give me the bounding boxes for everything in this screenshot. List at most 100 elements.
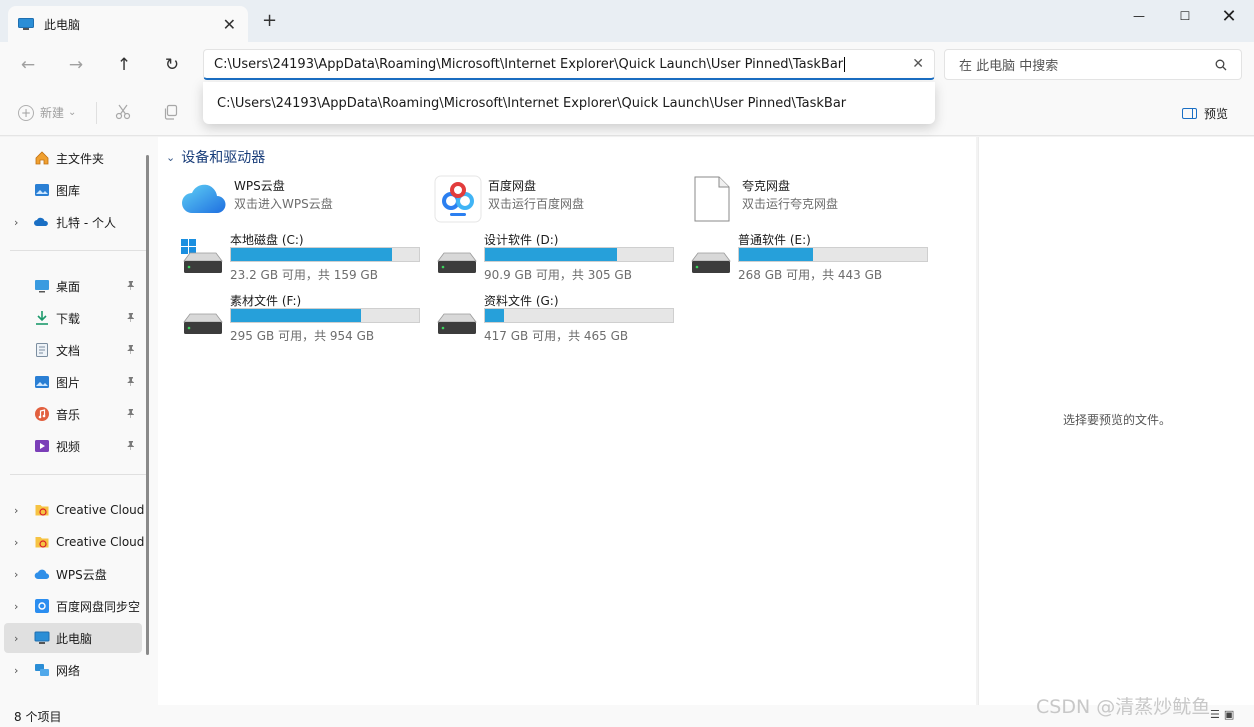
tab-this-pc[interactable]: 此电脑 ✕ [8,6,248,42]
drive-usage-bar [230,247,420,262]
sidebar-item-0[interactable]: 主文件夹 [4,143,142,173]
copy-icon[interactable] [163,104,179,120]
address-bar[interactable]: C:\Users\24193\AppData\Roaming\Microsoft… [203,49,935,80]
title-bar: 此电脑 ✕ + — ☐ ✕ [0,0,1254,42]
drive-free-space: 417 GB 可用，共 465 GB [484,329,629,343]
wps-cloud-icon [182,184,226,213]
pin-icon [126,280,136,293]
chevron-right-icon[interactable]: › [14,536,18,549]
group-header-devices[interactable]: ⌄ 设备和驱动器 [166,147,265,167]
new-button[interactable]: + 新建 ⌄ [18,104,76,121]
group-title: 设备和驱动器 [181,150,266,166]
blank-file-icon [694,176,730,222]
tile-name: 百度网盘 [488,179,537,193]
drive-name: 素材文件 (F:) [230,294,302,308]
suggestion-text: C:\Users\24193\AppData\Roaming\Microsoft… [217,95,847,111]
chevron-right-icon[interactable]: › [14,632,18,645]
cut-icon[interactable] [115,104,131,120]
this-pc-icon [34,630,50,646]
search-box[interactable]: 在 此电脑 中搜索 [944,49,1242,80]
address-input[interactable]: C:\Users\24193\AppData\Roaming\Microsoft… [214,56,904,72]
onedrive-icon [34,214,50,230]
sidebar-item-11[interactable]: › WPS云盘 [4,559,142,589]
tile-name: WPS云盘 [234,179,285,193]
sidebar-item-label: Creative Cloud [56,503,144,517]
tile-quark-netdisk[interactable]: 夸克网盘 双击运行夸克网盘 [688,171,938,227]
pictures-icon [34,374,50,390]
hard-drive-icon [183,313,223,334]
drive-item[interactable]: 普通软件 (E:) 268 GB 可用，共 443 GB [688,229,938,285]
up-button[interactable]: ↑ [109,51,139,79]
address-clear-button[interactable]: ✕ [912,56,924,72]
tile-wps-cloud[interactable]: WPS云盘 双击进入WPS云盘 [180,171,430,227]
drive-item[interactable]: 设计软件 (D:) 90.9 GB 可用，共 305 GB [434,229,684,285]
music-icon [34,406,50,422]
preview-pane-button[interactable]: 预览 [1182,105,1228,122]
back-button[interactable]: ← [13,51,43,79]
forward-button[interactable]: → [61,51,91,79]
sidebar-scrollbar[interactable] [146,155,149,655]
hard-drive-icon [437,252,477,273]
preview-button-label: 预览 [1204,107,1229,121]
chevron-right-icon[interactable]: › [14,504,18,517]
creative-cloud-icon [34,534,50,550]
sidebar-item-label: 主文件夹 [56,151,105,166]
details-view-icon[interactable]: ☰ [1210,708,1220,721]
sidebar-item-label: 图库 [56,183,81,198]
home-icon [34,150,50,166]
sidebar-item-7[interactable]: 音乐 [4,399,142,429]
drive-item[interactable]: 素材文件 (F:) 295 GB 可用，共 954 GB [180,290,430,346]
chevron-down-icon: ⌄ [166,150,176,164]
minimize-button[interactable]: — [1116,4,1162,28]
close-button[interactable]: ✕ [1206,4,1252,28]
chevron-right-icon[interactable]: › [14,600,18,613]
preview-pane-icon [1182,108,1197,119]
download-icon [34,310,50,326]
tiles-view-icon[interactable]: ▣ [1224,708,1234,721]
sidebar-item-14[interactable]: › 网络 [4,655,142,685]
sidebar-item-9[interactable]: › Creative Cloud [4,495,144,525]
sidebar-divider [10,474,146,475]
sidebar-item-5[interactable]: 文档 [4,335,142,365]
sidebar-item-label: 扎特 - 个人 [56,215,116,230]
sidebar-item-3[interactable]: 桌面 [4,271,142,301]
sidebar-item-1[interactable]: 图库 [4,175,142,205]
drive-free-space: 23.2 GB 可用，共 159 GB [230,268,378,282]
drive-usage-bar [484,247,674,262]
address-value: C:\Users\24193\AppData\Roaming\Microsoft… [214,56,844,72]
drive-item[interactable]: 本地磁盘 (C:) 23.2 GB 可用，共 159 GB [180,229,430,285]
refresh-button[interactable]: ↻ [157,51,187,79]
sidebar-item-2[interactable]: › 扎特 - 个人 [4,207,142,237]
sidebar-item-13[interactable]: › 此电脑 [4,623,142,653]
maximize-button[interactable]: ☐ [1162,4,1208,28]
sidebar-item-label: 此电脑 [56,631,93,646]
item-count: 8 个项目 [14,709,62,724]
sidebar-divider [10,250,146,251]
sidebar-item-4[interactable]: 下载 [4,303,142,333]
drive-free-space: 268 GB 可用，共 443 GB [738,268,883,282]
chevron-right-icon[interactable]: › [14,216,18,229]
drive-usage-bar [738,247,928,262]
new-tab-button[interactable]: + [262,10,277,31]
sidebar-item-10[interactable]: › Creative Cloud [4,527,144,557]
drive-name: 资料文件 (G:) [484,294,559,308]
chevron-right-icon[interactable]: › [14,568,18,581]
drive-usage-fill [231,309,361,322]
pin-icon [126,376,136,389]
pin-icon [126,408,136,421]
tile-baidu-netdisk[interactable]: 百度网盘 双击运行百度网盘 [434,171,684,227]
tile-subtitle: 双击运行百度网盘 [488,197,585,211]
chevron-right-icon[interactable]: › [14,664,18,677]
sidebar-item-6[interactable]: 图片 [4,367,142,397]
baidu-netdisk-icon [434,175,482,223]
hard-drive-icon [181,239,223,273]
search-input[interactable]: 在 此电脑 中搜索 [959,55,1215,74]
network-icon [34,662,50,678]
address-suggestion[interactable]: C:\Users\24193\AppData\Roaming\Microsoft… [203,82,935,124]
sidebar-item-label: 百度网盘同步空 [56,599,141,614]
tab-close-button[interactable]: ✕ [223,15,236,34]
sidebar-item-8[interactable]: 视频 [4,431,142,461]
drive-item[interactable]: 资料文件 (G:) 417 GB 可用，共 465 GB [434,290,684,346]
sidebar-item-12[interactable]: › 百度网盘同步空 [4,591,142,621]
drive-usage-fill [739,248,814,261]
